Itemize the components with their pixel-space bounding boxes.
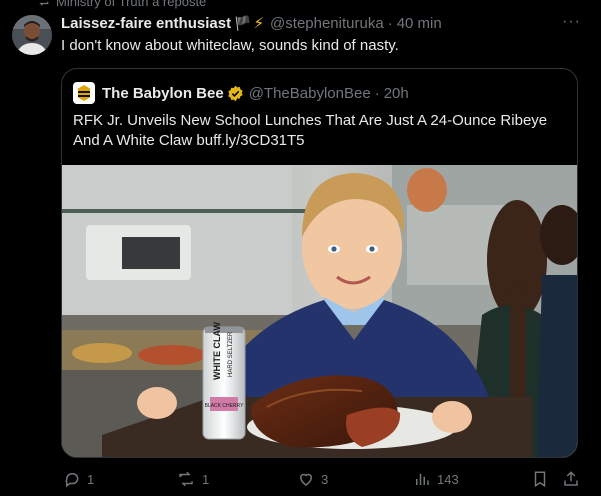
repost-notice[interactable]: Ministry of Truth a reposté: [36, 0, 207, 10]
reply-button[interactable]: 1: [63, 470, 94, 488]
repost-button[interactable]: 1: [176, 470, 209, 488]
post-text: I don't know about whiteclaw, sounds kin…: [61, 37, 399, 54]
views-button[interactable]: 143: [413, 470, 459, 488]
quoted-handle: @TheBabylonBee: [248, 84, 371, 102]
quoted-post[interactable]: The Babylon Bee @TheBabylonBee · 20h RFK…: [61, 68, 578, 458]
analytics-icon: [413, 470, 431, 488]
like-count: 3: [321, 471, 329, 487]
can-subtitle-text: HARD SELTZER: [228, 331, 234, 377]
post-actions: 1 1 3 143: [61, 470, 588, 490]
verified-badge-icon: [227, 85, 244, 102]
can-brand-text: WHITE CLAW: [212, 322, 222, 380]
black-flag-icon: 🏴: [234, 14, 252, 31]
post-time[interactable]: 40 min: [397, 15, 442, 32]
avatar[interactable]: [12, 15, 52, 55]
quoted-time: 20h: [383, 84, 409, 102]
like-button[interactable]: 3: [297, 470, 328, 488]
quoted-post-text: RFK Jr. Unveils New School Lunches That …: [73, 112, 548, 149]
quoted-post-image[interactable]: WHITE CLAW HARD SELTZER BLACK CHERRY: [62, 165, 577, 457]
reply-icon: [63, 470, 81, 488]
quoted-display-name: The Babylon Bee: [102, 84, 224, 102]
repost-icon: [36, 0, 50, 10]
views-count: 143: [437, 471, 459, 487]
bookmark-button[interactable]: [531, 470, 549, 488]
share-button[interactable]: [562, 470, 580, 488]
babylon-bee-logo[interactable]: [73, 82, 95, 104]
separator-dot: ·: [387, 14, 393, 32]
user-handle[interactable]: @stephenituruka: [270, 15, 384, 32]
repost-notice-text: Ministry of Truth a reposté: [56, 0, 207, 9]
repost-icon: [176, 470, 196, 488]
lightning-icon: ⚡: [253, 15, 265, 32]
can-flavor-text: BLACK CHERRY: [205, 403, 244, 409]
display-name[interactable]: Laissez-faire enthusiast: [61, 15, 231, 32]
repost-count: 1: [202, 471, 210, 487]
separator-dot: ·: [374, 84, 380, 102]
quoted-post-header: The Babylon Bee @TheBabylonBee · 20h: [73, 81, 409, 105]
post-header: Laissez-faire enthusiast 🏴 ⚡ @stephenitu…: [61, 13, 589, 33]
bookmark-icon: [531, 470, 549, 488]
heart-icon: [297, 470, 315, 488]
more-options-icon[interactable]: ···: [562, 13, 581, 31]
reply-count: 1: [87, 471, 95, 487]
share-icon: [562, 470, 580, 488]
